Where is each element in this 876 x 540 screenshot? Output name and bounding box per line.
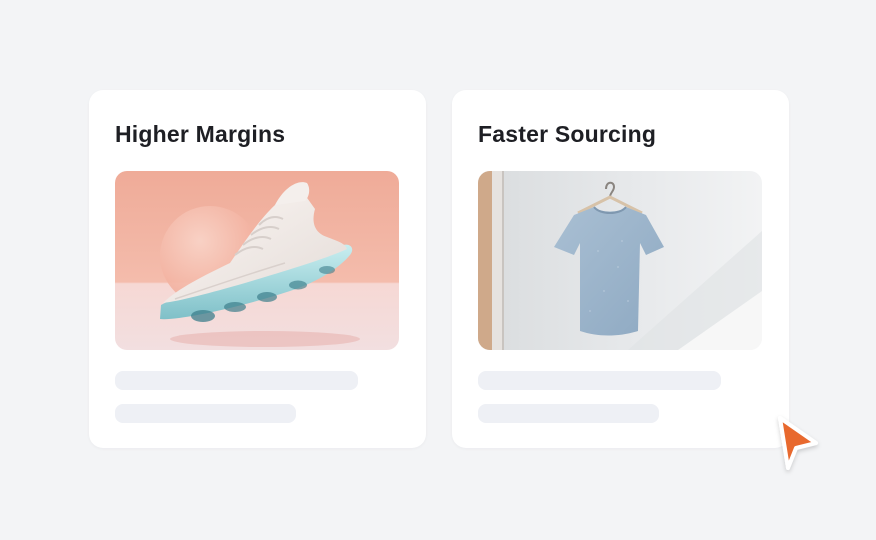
tshirt-image (478, 171, 762, 350)
card-title: Higher Margins (115, 121, 286, 147)
cursor-arrow-icon (768, 410, 828, 480)
placeholder-line (478, 371, 721, 390)
product-card-faster-sourcing[interactable]: Faster Sourcing (452, 90, 789, 448)
card-title: Faster Sourcing (478, 121, 657, 147)
placeholder-line (478, 404, 659, 423)
sneaker-image (115, 171, 399, 350)
product-card-higher-margins[interactable]: Higher Margins (89, 90, 426, 448)
placeholder-line (115, 404, 296, 423)
placeholder-line (115, 371, 358, 390)
